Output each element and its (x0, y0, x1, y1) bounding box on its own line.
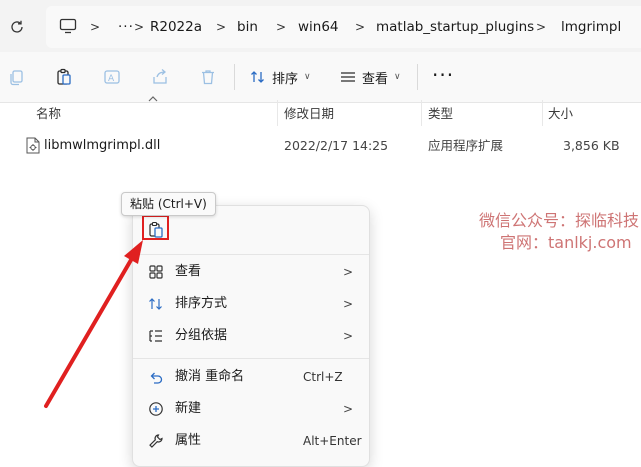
new-icon (147, 401, 165, 417)
svg-text:A: A (108, 74, 115, 84)
menu-item-label: 属性 (175, 433, 202, 448)
toolbar-divider (417, 64, 418, 90)
file-type: 应用程序扩展 (428, 138, 504, 153)
breadcrumb-more[interactable]: ··· (118, 19, 134, 35)
watermark-line2: 官网：tanlkj.com (500, 233, 632, 252)
column-header-size[interactable]: 大小 (548, 106, 573, 122)
clipboard-icon (57, 68, 71, 85)
copy-icon (10, 70, 23, 86)
menu-item-group-by[interactable]: 分组依据 > (137, 321, 365, 351)
trash-icon (202, 70, 214, 85)
chevron-right-icon[interactable]: > (276, 19, 286, 35)
address-bar-area: > ··· > R2022a > bin > win64 > matlab_st… (0, 0, 641, 52)
column-header-name[interactable]: 名称 (36, 106, 61, 122)
computer-icon[interactable] (59, 18, 77, 34)
chevron-down-icon: ∨ (394, 72, 401, 82)
more-options-button[interactable]: ··· (432, 65, 454, 85)
chevron-right-icon[interactable]: > (216, 19, 226, 35)
column-divider[interactable] (542, 100, 543, 126)
menu-item-label: 撤消 重命名 (175, 369, 245, 384)
chevron-right-icon[interactable]: > (355, 19, 365, 35)
chevron-right-icon[interactable]: > (90, 19, 100, 35)
menu-item-new[interactable]: 新建 > (137, 394, 365, 424)
sort-label: 排序 (272, 71, 299, 87)
undo-icon (147, 369, 165, 385)
menu-divider (133, 358, 369, 359)
grid-icon (147, 264, 165, 280)
menu-item-view[interactable]: 查看 > (137, 257, 365, 287)
breadcrumb-item-win64[interactable]: win64 (298, 19, 339, 35)
chevron-right-icon: > (342, 329, 353, 343)
chevron-right-icon: > (342, 265, 353, 279)
menu-item-label: 新建 (175, 401, 202, 416)
sort-button[interactable]: 排序 ∨ (250, 66, 311, 88)
file-name[interactable]: libmwlmgrimpl.dll (44, 138, 160, 154)
view-button[interactable]: 查看 ∨ (340, 66, 401, 88)
file-size: 3,856 KB (563, 138, 620, 153)
rename-button[interactable]: A (102, 67, 122, 87)
dll-file-icon (26, 137, 40, 154)
refresh-button[interactable] (7, 17, 27, 37)
column-divider[interactable] (421, 100, 422, 126)
share-button[interactable] (150, 67, 170, 87)
breadcrumb-item-bin[interactable]: bin (237, 19, 258, 35)
breadcrumb-item-matlab-startup-plugins[interactable]: matlab_startup_plugins (376, 19, 534, 35)
chevron-right-icon[interactable]: > (536, 19, 546, 35)
menu-item-shortcut: Alt+Enter (303, 434, 362, 448)
group-icon (147, 328, 165, 344)
chevron-right-icon: > (342, 297, 353, 311)
menu-divider (133, 254, 369, 255)
menu-item-properties[interactable]: 属性 Alt+Enter (137, 426, 365, 456)
breadcrumb-item-lmgrimpl[interactable]: lmgrimpl (561, 19, 621, 35)
chevron-down-icon: ∨ (304, 72, 311, 82)
file-list-item[interactable]: libmwlmgrimpl.dll 2022/2/17 14:25 应用程序扩展… (20, 133, 640, 159)
menu-item-shortcut: Ctrl+Z (303, 370, 343, 384)
watermark-line1: 微信公众号：探临科技 (479, 211, 640, 230)
menu-item-label: 查看 (175, 264, 202, 279)
sort-icon (147, 296, 165, 312)
menu-item-label: 分组依据 (175, 328, 228, 343)
toolbar-divider (234, 64, 235, 90)
wrench-icon (147, 433, 165, 449)
highlight-box (142, 215, 169, 240)
file-modified: 2022/2/17 14:25 (284, 138, 389, 153)
command-toolbar: A 排序 ∨ 查看 ∨ ··· (0, 52, 641, 103)
rename-icon: A (104, 70, 120, 84)
refresh-icon (11, 20, 23, 33)
list-icon (341, 72, 355, 82)
menu-item-label: 排序方式 (175, 296, 228, 311)
chevron-right-icon: > (342, 402, 353, 416)
chevron-right-icon[interactable]: > (134, 19, 144, 35)
copy-button[interactable] (6, 67, 26, 87)
menu-item-undo-rename[interactable]: 撤消 重命名 Ctrl+Z (137, 362, 365, 392)
paste-button[interactable] (54, 67, 74, 87)
share-icon (153, 69, 167, 84)
column-header-type[interactable]: 类型 (428, 106, 453, 122)
view-label: 查看 (362, 71, 389, 87)
column-header-modified[interactable]: 修改日期 (284, 106, 334, 122)
breadcrumb[interactable]: > ··· > R2022a > bin > win64 > matlab_st… (46, 6, 641, 48)
breadcrumb-item-r2022a[interactable]: R2022a (150, 19, 202, 35)
menu-item-sort-by[interactable]: 排序方式 > (137, 289, 365, 319)
column-divider[interactable] (277, 100, 278, 126)
paste-tooltip: 粘贴 (Ctrl+V) (121, 192, 216, 216)
delete-button[interactable] (198, 67, 218, 87)
context-menu: 查看 > 排序方式 > 分组依据 > 撤消 重命名 Ctrl+Z 新建 > 属性… (132, 205, 370, 467)
sort-icon (251, 71, 264, 83)
sort-ascending-icon (148, 96, 158, 102)
